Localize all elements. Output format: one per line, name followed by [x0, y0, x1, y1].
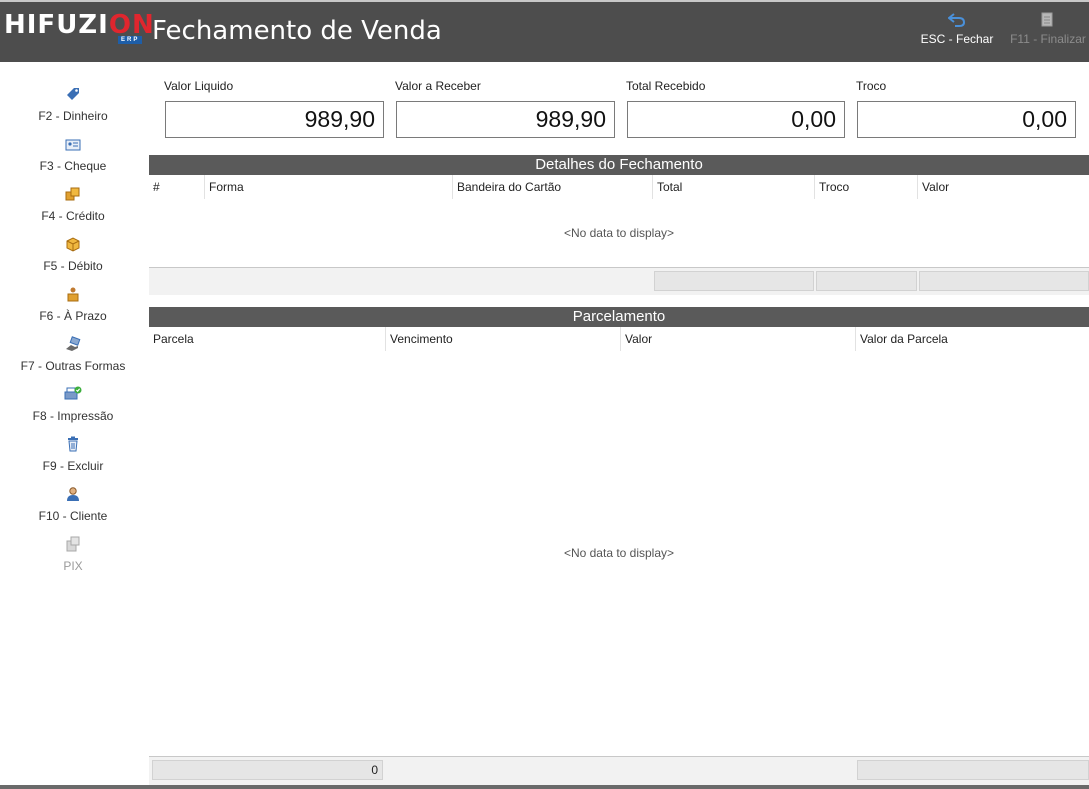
sidebar-item-excluir[interactable]: F9 - Excluir — [0, 436, 146, 484]
hand-money-icon — [0, 336, 146, 358]
column-header-total[interactable]: Total — [652, 175, 814, 199]
printer-check-icon — [0, 386, 146, 408]
sidebar-item-label: PIX — [63, 559, 83, 573]
column-header-bandeira[interactable]: Bandeira do Cartão — [452, 175, 652, 199]
sidebar-item-dinheiro[interactable]: F2 - Dinheiro — [0, 86, 146, 134]
page-title: Fechamento de Venda — [152, 16, 442, 46]
troco-label: Troco — [856, 79, 887, 93]
valor-receber-label: Valor a Receber — [395, 79, 481, 93]
person-box-icon — [0, 286, 146, 308]
trash-icon — [0, 436, 146, 458]
id-card-icon — [0, 136, 146, 158]
user-icon — [0, 486, 146, 508]
pix-icon — [0, 536, 146, 558]
sidebar-item-impressao[interactable]: F8 - Impressão — [0, 386, 146, 434]
sidebar-item-label: F7 - Outras Formas — [20, 359, 126, 373]
sidebar-item-outras-formas[interactable]: F7 - Outras Formas — [0, 336, 146, 384]
boxes-icon — [0, 186, 146, 208]
parcelamento-empty-message: <No data to display> — [563, 546, 675, 560]
valor-receber-field[interactable]: 989,90 — [396, 101, 615, 138]
column-header-parcela[interactable]: Parcela — [149, 327, 385, 351]
sidebar-item-label: F8 - Impressão — [32, 409, 114, 423]
document-icon — [1003, 12, 1089, 32]
valor-liquido-field[interactable]: 989,90 — [165, 101, 384, 138]
finalize-button-label: F11 - Finalizar — [1010, 32, 1086, 46]
close-button-label: ESC - Fechar — [920, 32, 994, 46]
total-recebido-label: Total Recebido — [626, 79, 706, 93]
box-icon — [0, 236, 146, 258]
footer-cell-valor — [919, 271, 1089, 291]
sidebar-item-label: F5 - Débito — [43, 259, 103, 273]
sidebar-item-pix[interactable]: PIX — [0, 536, 146, 584]
sidebar-item-credito[interactable]: F4 - Crédito — [0, 186, 146, 234]
close-button[interactable]: ESC - Fechar — [914, 12, 1000, 46]
sidebar-item-cheque[interactable]: F3 - Cheque — [0, 136, 146, 184]
fechamento-grid-header: # Forma Bandeira do Cartão Total Troco V… — [149, 175, 1089, 199]
sidebar-item-label: F10 - Cliente — [38, 509, 108, 523]
footer-cell-count: 0 — [152, 760, 383, 780]
sidebar-item-label: F4 - Crédito — [41, 209, 105, 223]
column-header-valor-da-parcela[interactable]: Valor da Parcela — [855, 327, 1089, 351]
money-tag-icon — [0, 86, 146, 108]
undo-arrow-icon — [914, 12, 1000, 32]
column-header-forma[interactable]: Forma — [204, 175, 452, 199]
column-header-vencimento[interactable]: Vencimento — [385, 327, 620, 351]
total-recebido-field[interactable]: 0,00 — [627, 101, 845, 138]
valor-liquido-label: Valor Liquido — [164, 79, 234, 93]
parcelamento-section-title: Parcelamento — [149, 307, 1089, 327]
column-header-troco[interactable]: Troco — [814, 175, 917, 199]
footer-cell-valor-parcela — [857, 760, 1089, 780]
fechamento-empty-message: <No data to display> — [563, 226, 675, 240]
window-bottom-border — [0, 785, 1089, 789]
footer-cell-total — [654, 271, 814, 291]
parcelamento-footer: 0 — [149, 756, 1089, 785]
sidebar-item-label: F9 - Excluir — [42, 459, 104, 473]
fechamento-footer — [149, 267, 1089, 295]
fechamento-section-title: Detalhes do Fechamento — [149, 155, 1089, 175]
sidebar-item-debito[interactable]: F5 - Débito — [0, 236, 146, 284]
sidebar-item-cliente[interactable]: F10 - Cliente — [0, 486, 146, 534]
finalize-button[interactable]: F11 - Finalizar — [1003, 12, 1089, 46]
troco-field[interactable]: 0,00 — [857, 101, 1076, 138]
column-header-valor-parcelamento[interactable]: Valor — [620, 327, 855, 351]
sidebar-item-label: F3 - Cheque — [39, 159, 107, 173]
footer-cell-troco — [816, 271, 917, 291]
sidebar-item-prazo[interactable]: F6 - À Prazo — [0, 286, 146, 334]
sidebar-item-label: F6 - À Prazo — [39, 309, 107, 323]
sidebar-item-label: F2 - Dinheiro — [38, 109, 108, 123]
payment-sidebar: F2 - Dinheiro F3 - Cheque F4 - Crédito F… — [0, 62, 148, 786]
app-header: HIFUZION ERP Fechamento de Venda ESC - F… — [0, 0, 1089, 62]
column-header-index[interactable]: # — [149, 175, 204, 199]
parcelamento-grid-header: Parcela Vencimento Valor Valor da Parcel… — [149, 327, 1089, 351]
hifuzion-logo: HIFUZION ERP — [4, 10, 155, 44]
column-header-valor[interactable]: Valor — [917, 175, 1089, 199]
